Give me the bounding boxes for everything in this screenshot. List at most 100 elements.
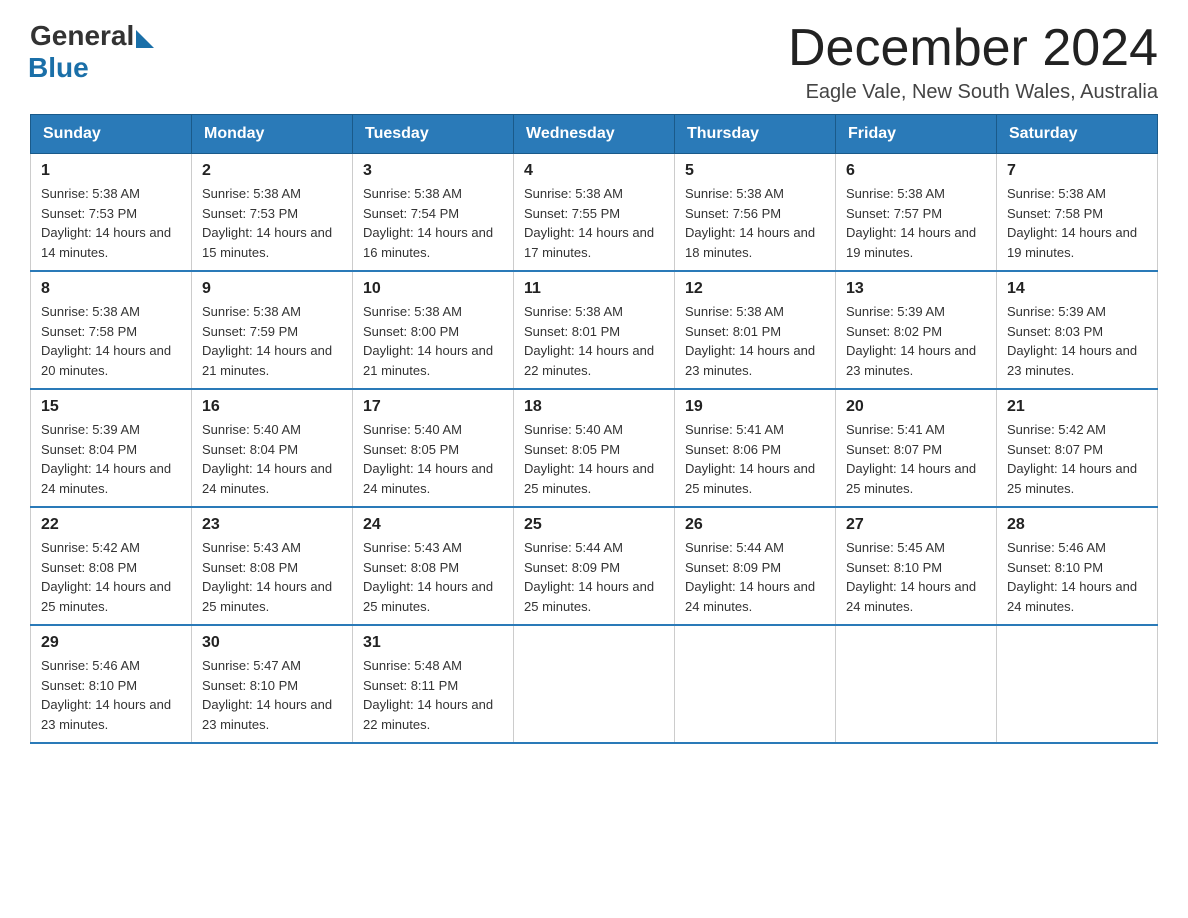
day-number: 12: [685, 280, 825, 298]
day-info: Sunrise: 5:38 AMSunset: 7:53 PMDaylight:…: [41, 186, 171, 260]
calendar-day-cell: 12 Sunrise: 5:38 AMSunset: 8:01 PMDaylig…: [675, 271, 836, 389]
day-info: Sunrise: 5:46 AMSunset: 8:10 PMDaylight:…: [1007, 540, 1137, 614]
calendar-day-cell: 17 Sunrise: 5:40 AMSunset: 8:05 PMDaylig…: [353, 389, 514, 507]
page-header: General Blue December 2024 Eagle Vale, N…: [30, 20, 1158, 104]
calendar-day-cell: 26 Sunrise: 5:44 AMSunset: 8:09 PMDaylig…: [675, 507, 836, 625]
calendar-header-cell: Tuesday: [353, 115, 514, 154]
day-info: Sunrise: 5:46 AMSunset: 8:10 PMDaylight:…: [41, 658, 171, 732]
calendar-day-cell: 30 Sunrise: 5:47 AMSunset: 8:10 PMDaylig…: [192, 625, 353, 743]
day-number: 10: [363, 280, 503, 298]
calendar-week-row: 8 Sunrise: 5:38 AMSunset: 7:58 PMDayligh…: [31, 271, 1158, 389]
day-number: 31: [363, 634, 503, 652]
day-info: Sunrise: 5:41 AMSunset: 8:07 PMDaylight:…: [846, 422, 976, 496]
day-info: Sunrise: 5:42 AMSunset: 8:08 PMDaylight:…: [41, 540, 171, 614]
calendar-day-cell: 14 Sunrise: 5:39 AMSunset: 8:03 PMDaylig…: [997, 271, 1158, 389]
calendar-day-cell: 7 Sunrise: 5:38 AMSunset: 7:58 PMDayligh…: [997, 154, 1158, 272]
day-info: Sunrise: 5:38 AMSunset: 7:54 PMDaylight:…: [363, 186, 493, 260]
calendar-day-cell: 22 Sunrise: 5:42 AMSunset: 8:08 PMDaylig…: [31, 507, 192, 625]
day-number: 9: [202, 280, 342, 298]
day-info: Sunrise: 5:38 AMSunset: 7:53 PMDaylight:…: [202, 186, 332, 260]
day-info: Sunrise: 5:38 AMSunset: 8:01 PMDaylight:…: [524, 304, 654, 378]
calendar-day-cell: 23 Sunrise: 5:43 AMSunset: 8:08 PMDaylig…: [192, 507, 353, 625]
day-info: Sunrise: 5:38 AMSunset: 7:59 PMDaylight:…: [202, 304, 332, 378]
day-number: 29: [41, 634, 181, 652]
day-info: Sunrise: 5:39 AMSunset: 8:04 PMDaylight:…: [41, 422, 171, 496]
day-info: Sunrise: 5:38 AMSunset: 7:56 PMDaylight:…: [685, 186, 815, 260]
calendar-day-cell: [997, 625, 1158, 743]
calendar-header: SundayMondayTuesdayWednesdayThursdayFrid…: [31, 115, 1158, 154]
calendar-header-cell: Wednesday: [514, 115, 675, 154]
day-number: 5: [685, 162, 825, 180]
logo-triangle-icon: [136, 30, 154, 48]
day-number: 1: [41, 162, 181, 180]
calendar-day-cell: 25 Sunrise: 5:44 AMSunset: 8:09 PMDaylig…: [514, 507, 675, 625]
day-info: Sunrise: 5:38 AMSunset: 8:01 PMDaylight:…: [685, 304, 815, 378]
calendar-header-cell: Monday: [192, 115, 353, 154]
day-number: 26: [685, 516, 825, 534]
calendar-week-row: 15 Sunrise: 5:39 AMSunset: 8:04 PMDaylig…: [31, 389, 1158, 507]
day-number: 11: [524, 280, 664, 298]
calendar-day-cell: 5 Sunrise: 5:38 AMSunset: 7:56 PMDayligh…: [675, 154, 836, 272]
day-info: Sunrise: 5:39 AMSunset: 8:02 PMDaylight:…: [846, 304, 976, 378]
day-number: 16: [202, 398, 342, 416]
calendar-day-cell: 28 Sunrise: 5:46 AMSunset: 8:10 PMDaylig…: [997, 507, 1158, 625]
calendar-week-row: 22 Sunrise: 5:42 AMSunset: 8:08 PMDaylig…: [31, 507, 1158, 625]
calendar-header-cell: Friday: [836, 115, 997, 154]
calendar-day-cell: 24 Sunrise: 5:43 AMSunset: 8:08 PMDaylig…: [353, 507, 514, 625]
calendar-day-cell: 6 Sunrise: 5:38 AMSunset: 7:57 PMDayligh…: [836, 154, 997, 272]
day-number: 20: [846, 398, 986, 416]
calendar-day-cell: [514, 625, 675, 743]
day-info: Sunrise: 5:40 AMSunset: 8:05 PMDaylight:…: [524, 422, 654, 496]
calendar-day-cell: 2 Sunrise: 5:38 AMSunset: 7:53 PMDayligh…: [192, 154, 353, 272]
calendar-header-cell: Sunday: [31, 115, 192, 154]
main-title: December 2024: [788, 20, 1158, 77]
day-number: 28: [1007, 516, 1147, 534]
day-info: Sunrise: 5:42 AMSunset: 8:07 PMDaylight:…: [1007, 422, 1137, 496]
day-number: 2: [202, 162, 342, 180]
logo-blue-text: Blue: [28, 52, 89, 84]
calendar-body: 1 Sunrise: 5:38 AMSunset: 7:53 PMDayligh…: [31, 154, 1158, 744]
calendar-day-cell: 9 Sunrise: 5:38 AMSunset: 7:59 PMDayligh…: [192, 271, 353, 389]
day-info: Sunrise: 5:47 AMSunset: 8:10 PMDaylight:…: [202, 658, 332, 732]
day-number: 7: [1007, 162, 1147, 180]
day-number: 22: [41, 516, 181, 534]
calendar-table: SundayMondayTuesdayWednesdayThursdayFrid…: [30, 114, 1158, 744]
day-number: 6: [846, 162, 986, 180]
logo: General Blue: [30, 20, 154, 84]
calendar-week-row: 1 Sunrise: 5:38 AMSunset: 7:53 PMDayligh…: [31, 154, 1158, 272]
day-info: Sunrise: 5:40 AMSunset: 8:04 PMDaylight:…: [202, 422, 332, 496]
day-number: 19: [685, 398, 825, 416]
day-number: 27: [846, 516, 986, 534]
calendar-day-cell: 1 Sunrise: 5:38 AMSunset: 7:53 PMDayligh…: [31, 154, 192, 272]
title-section: December 2024 Eagle Vale, New South Wale…: [788, 20, 1158, 104]
calendar-day-cell: 10 Sunrise: 5:38 AMSunset: 8:00 PMDaylig…: [353, 271, 514, 389]
day-info: Sunrise: 5:43 AMSunset: 8:08 PMDaylight:…: [202, 540, 332, 614]
day-info: Sunrise: 5:38 AMSunset: 8:00 PMDaylight:…: [363, 304, 493, 378]
day-info: Sunrise: 5:41 AMSunset: 8:06 PMDaylight:…: [685, 422, 815, 496]
day-number: 4: [524, 162, 664, 180]
day-number: 18: [524, 398, 664, 416]
calendar-day-cell: 15 Sunrise: 5:39 AMSunset: 8:04 PMDaylig…: [31, 389, 192, 507]
calendar-header-cell: Saturday: [997, 115, 1158, 154]
day-info: Sunrise: 5:44 AMSunset: 8:09 PMDaylight:…: [685, 540, 815, 614]
day-info: Sunrise: 5:38 AMSunset: 7:57 PMDaylight:…: [846, 186, 976, 260]
calendar-day-cell: 3 Sunrise: 5:38 AMSunset: 7:54 PMDayligh…: [353, 154, 514, 272]
calendar-day-cell: 4 Sunrise: 5:38 AMSunset: 7:55 PMDayligh…: [514, 154, 675, 272]
calendar-day-cell: 19 Sunrise: 5:41 AMSunset: 8:06 PMDaylig…: [675, 389, 836, 507]
calendar-day-cell: 16 Sunrise: 5:40 AMSunset: 8:04 PMDaylig…: [192, 389, 353, 507]
calendar-day-cell: 18 Sunrise: 5:40 AMSunset: 8:05 PMDaylig…: [514, 389, 675, 507]
calendar-header-row: SundayMondayTuesdayWednesdayThursdayFrid…: [31, 115, 1158, 154]
calendar-week-row: 29 Sunrise: 5:46 AMSunset: 8:10 PMDaylig…: [31, 625, 1158, 743]
day-info: Sunrise: 5:43 AMSunset: 8:08 PMDaylight:…: [363, 540, 493, 614]
calendar-day-cell: [836, 625, 997, 743]
day-number: 8: [41, 280, 181, 298]
calendar-day-cell: [675, 625, 836, 743]
calendar-day-cell: 21 Sunrise: 5:42 AMSunset: 8:07 PMDaylig…: [997, 389, 1158, 507]
calendar-day-cell: 11 Sunrise: 5:38 AMSunset: 8:01 PMDaylig…: [514, 271, 675, 389]
day-number: 30: [202, 634, 342, 652]
day-info: Sunrise: 5:38 AMSunset: 7:55 PMDaylight:…: [524, 186, 654, 260]
day-info: Sunrise: 5:44 AMSunset: 8:09 PMDaylight:…: [524, 540, 654, 614]
day-number: 23: [202, 516, 342, 534]
day-info: Sunrise: 5:48 AMSunset: 8:11 PMDaylight:…: [363, 658, 493, 732]
calendar-header-cell: Thursday: [675, 115, 836, 154]
